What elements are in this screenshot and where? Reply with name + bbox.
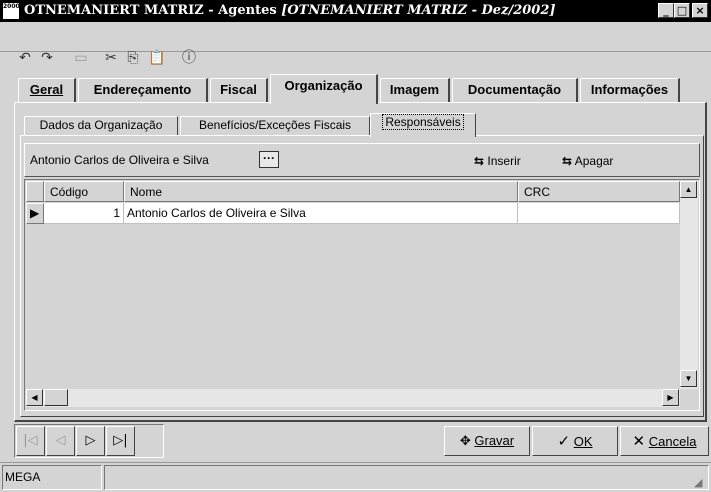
close-button[interactable]: × (692, 3, 708, 18)
redo-icon[interactable]: ↷ (36, 47, 58, 69)
tab-fiscal[interactable]: Fiscal (210, 78, 268, 102)
minimize-button[interactable]: _ (658, 3, 674, 18)
next-record-icon[interactable]: ▷ (76, 426, 105, 456)
responsible-select-value: Antonio Carlos de Oliveira e Silva (30, 153, 209, 167)
horizontal-scrollbar[interactable] (26, 389, 680, 407)
tab-imagem[interactable]: Imagem (380, 78, 450, 102)
undo-icon[interactable]: ↶ (14, 47, 36, 69)
window-title: OTNEMANIERT MATRIZ - Agentes [OTNEMANIER… (24, 3, 556, 18)
paste-icon[interactable]: 📋 (146, 47, 168, 69)
maximize-button[interactable]: □ (674, 3, 690, 18)
scroll-down-button[interactable]: ▼ (680, 370, 697, 387)
cancel-icon: ✕ (632, 432, 646, 450)
title-bar: 2000 OTNEMANIERT MATRIZ - Agentes [OTNEM… (0, 0, 711, 22)
row-indicator-header (26, 181, 44, 202)
save-label: Gravar (474, 433, 515, 448)
ellipsis-button[interactable]: ··· (259, 151, 279, 168)
delete-button[interactable]: ⇆ Apagar (562, 151, 638, 171)
minus-icon[interactable]: ▭ (70, 47, 92, 69)
tab-documentacao[interactable]: Documentação (452, 78, 578, 102)
subtab-dados-organizacao[interactable]: Dados da Organização (24, 116, 178, 135)
vertical-scrollbar[interactable] (680, 181, 698, 389)
delete-label: Apagar (574, 154, 614, 168)
cell-nome[interactable]: Antonio Carlos de Oliveira e Silva (124, 203, 518, 224)
size-grip-icon[interactable]: ◢ (694, 476, 708, 490)
insert-icon: ⇆ (474, 154, 485, 168)
column-header-crc[interactable]: CRC (518, 181, 680, 202)
check-icon: ✓ (557, 432, 571, 450)
status-text: MEGA (2, 465, 102, 490)
tab-informacoes[interactable]: Informações (580, 78, 680, 102)
column-header-nome[interactable]: Nome (124, 181, 518, 202)
cell-codigo[interactable]: 1 (44, 203, 124, 224)
cell-crc[interactable] (518, 203, 680, 224)
scroll-right-button[interactable]: ▶ (662, 389, 679, 406)
scroll-left-button[interactable]: ◀ (26, 389, 43, 406)
insert-label: Inserir (487, 154, 521, 168)
row-indicator[interactable]: ▶ (26, 203, 44, 224)
tab-organizacao[interactable]: Organização (270, 74, 378, 104)
responsible-select[interactable]: Antonio Carlos de Oliveira e Silva (30, 150, 280, 170)
subtab-responsaveis[interactable]: Responsáveis (370, 113, 476, 137)
status-panel (104, 465, 709, 490)
column-header-codigo[interactable]: Código (44, 181, 124, 202)
scroll-up-button[interactable]: ▲ (680, 181, 697, 198)
subtab-beneficios[interactable]: Benefícios/Exceções Fiscais (180, 116, 370, 135)
last-record-icon[interactable]: ▷| (106, 426, 135, 456)
ok-label: OK (573, 434, 593, 449)
cancel-button[interactable]: ✕ Cancela (620, 426, 709, 456)
save-button[interactable]: ✥ Gravar (444, 426, 530, 456)
insert-button[interactable]: ⇆ Inserir (474, 151, 544, 171)
save-icon: ✥ (459, 434, 471, 449)
cancel-label: Cancela (648, 434, 697, 449)
tab-geral[interactable]: Geral (18, 78, 76, 102)
prior-record-icon[interactable]: ◁ (46, 426, 75, 456)
first-record-icon[interactable]: |◁ (16, 426, 45, 456)
ok-button[interactable]: ✓ OK (532, 426, 618, 456)
tab-enderecamento[interactable]: Endereçamento (78, 78, 208, 102)
toolbar: ↶ ↷ ▭ ✂ ⎘ 📋 ⓘ (0, 22, 711, 66)
current-row-icon: ▶ (30, 206, 40, 220)
delete-icon: ⇆ (562, 154, 573, 168)
horizontal-scroll-thumb[interactable] (44, 389, 68, 406)
copy-icon[interactable]: ⎘ (122, 47, 144, 69)
app-logo-icon: 2000 (3, 3, 20, 19)
cut-icon[interactable]: ✂ (100, 47, 122, 69)
info-icon[interactable]: ⓘ (178, 47, 200, 69)
